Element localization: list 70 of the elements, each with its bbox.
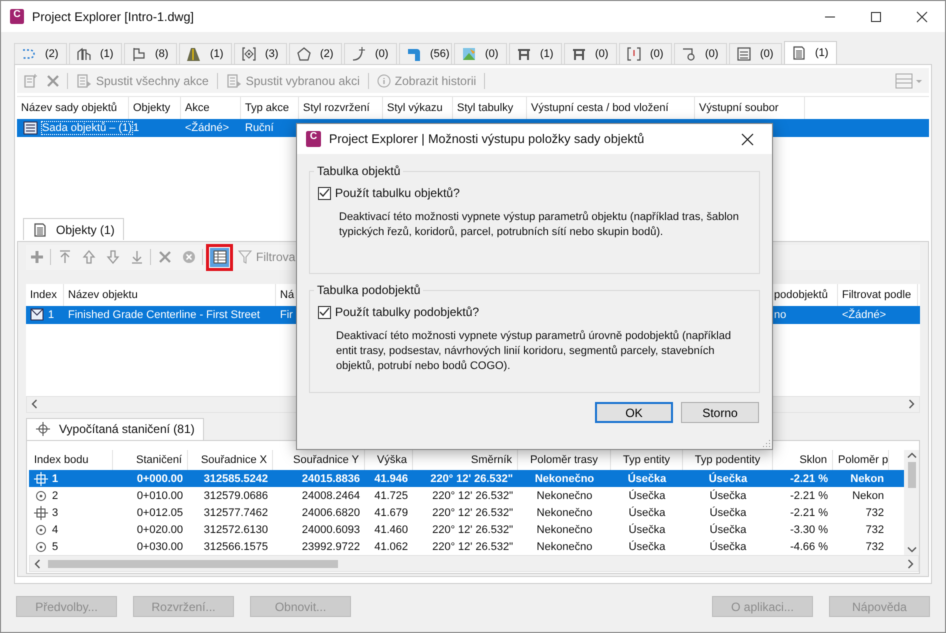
table-cell-text: 220° 12' 26.532" — [431, 490, 514, 502]
table-cell-text: Nekon — [849, 472, 885, 484]
table-cell-text: 312579.0686 — [202, 490, 269, 502]
table-cell-text: 220° 12' 26.532" — [431, 524, 514, 536]
description-text: Deaktivací této možnosti vypnete výstup parametrů objektu (například tras, šablon typických řezů, koridorů, parcel, potrubních sítí nebo skupin bodů). — [339, 210, 740, 240]
table-cell-text: 220° 12' 26.532" — [431, 506, 514, 518]
table-cell-text: no — [773, 308, 788, 320]
table-cell-text: 220° 12' 26.532" — [431, 540, 514, 552]
window-title: Project Explorer [Intro-1.dwg] — [32, 10, 194, 24]
app-logo: C — [10, 9, 24, 24]
table-cell-text: Úsečka — [628, 540, 666, 552]
table-cell-text: Úsečka — [708, 540, 748, 552]
table-cell-text: 0+012.05 — [136, 506, 184, 518]
table-cell-text: -2.21 % — [789, 472, 829, 484]
table-cell: 1 — [29, 472, 64, 486]
table-cell-text: Nekon — [851, 490, 885, 502]
table-cell-text: Úsečka — [628, 524, 666, 536]
table-cell-text: 41.460 — [373, 524, 409, 536]
table-cell-text: 0+010.00 — [136, 490, 184, 502]
table-cell-text: 0+020.00 — [136, 524, 184, 536]
table-cell-text: 41.725 — [373, 490, 409, 502]
table-cell-text: -2.21 % — [789, 506, 829, 518]
table-cell-text: -4.66 % — [789, 540, 829, 552]
group-title: Tabulka objektů — [316, 164, 402, 178]
table-cell-text: 312585.5242 — [202, 472, 269, 484]
table-cell-text: <Žádné> — [184, 122, 230, 134]
table-cell-text: Nekonečno — [536, 490, 594, 502]
table-cell-text: 312572.6130 — [202, 524, 269, 536]
table-cell: 5 — [29, 540, 64, 554]
table-cell-text: 732 — [864, 524, 885, 536]
table-cell: 3 — [29, 506, 64, 520]
table-cell-text: 24006.6820 — [300, 506, 361, 518]
group-title: Tabulka podobjektů — [316, 283, 422, 297]
table-cell-text: 24000.6093 — [300, 524, 361, 536]
table-cell-text: 24008.2464 — [300, 490, 361, 502]
table-cell-text: Úsečka — [708, 524, 748, 536]
table-cell: 1 — [26, 308, 58, 321]
table-cell-text: 41.946 — [373, 472, 409, 484]
table-cell-text: 220° 12' 26.532" — [429, 472, 514, 484]
table-cell-text: <Žádné> — [841, 308, 888, 320]
table-cell-text: Nekonečno — [536, 524, 594, 536]
table-cell-text: 23992.9722 — [300, 540, 361, 552]
table-cell-text: 41.679 — [373, 506, 409, 518]
table-cell-text: Úsečka — [626, 472, 668, 484]
table-cell-text: 0+000.00 — [136, 472, 184, 484]
dialog-title: Project Explorer | Možnosti výstupu položky sady objektů — [329, 132, 644, 146]
table-cell-text: -2.21 % — [789, 490, 829, 502]
table-cell-text: 312566.1575 — [202, 540, 269, 552]
table-cell: 2 — [29, 488, 64, 502]
table-cell-text: Fir — [279, 308, 294, 320]
table-cell-text: Nekonečno — [534, 472, 596, 484]
table-cell-text: 41.062 — [373, 540, 409, 552]
table-cell-text: Úsečka — [708, 490, 748, 502]
table-cell-text: 24015.8836 — [300, 472, 361, 484]
table-cell-text: Nekonečno — [536, 506, 594, 518]
table-cell-text: 732 — [864, 540, 885, 552]
table-cell-text: 312577.7462 — [202, 506, 269, 518]
description-text: Deaktivací této možnosti vypnete výstup parametrů úrovně podobjektů (například entit trasy, podsestav, návrhových linií koridoru, segmentů parcely, stavebních objektů, potrubí nebo bodů COGO). — [336, 329, 732, 374]
table-cell-text: Ruční — [244, 122, 275, 134]
table-cell-text: 732 — [864, 506, 885, 518]
table-cell-text: Úsečka — [628, 490, 666, 502]
table-cell-text: 0+030.00 — [136, 540, 184, 552]
table-cell-text: Úsečka — [708, 472, 748, 484]
table-cell-text: Úsečka — [628, 506, 666, 518]
table-cell-text: Finished Grade Centerline - First Street — [67, 308, 261, 320]
app-logo: C — [306, 131, 321, 147]
table-cell: 4 — [29, 522, 64, 536]
table-cell-text: -3.30 % — [789, 524, 829, 536]
table-cell-text: Úsečka — [708, 506, 748, 518]
table-cell-text: Nekonečno — [536, 540, 594, 552]
